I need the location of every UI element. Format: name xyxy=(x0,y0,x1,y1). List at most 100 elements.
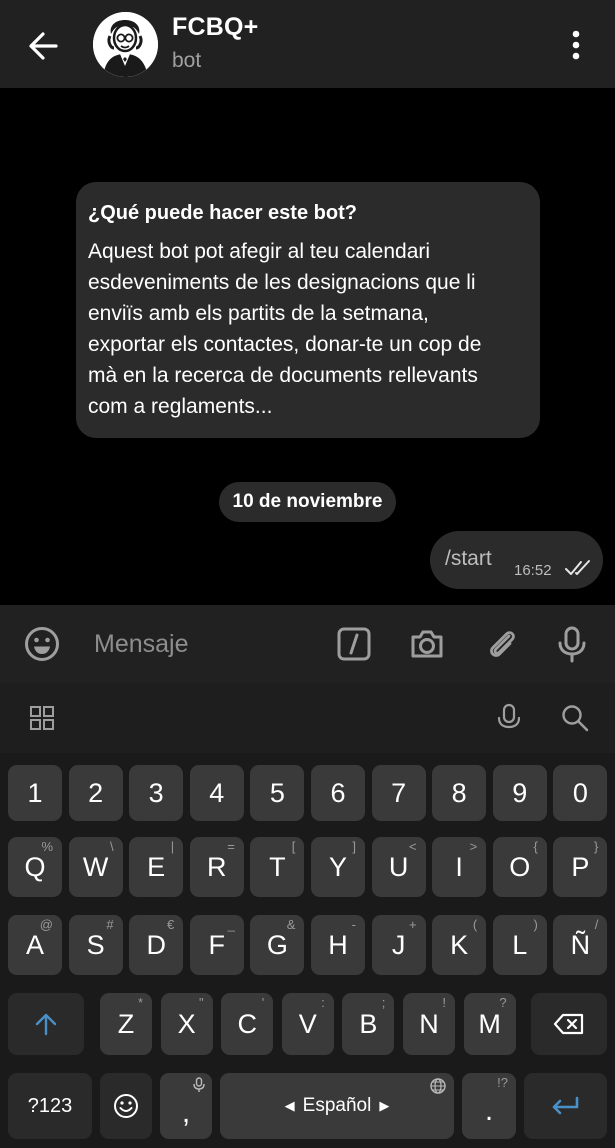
emoji-icon xyxy=(114,1094,138,1118)
key-label: J xyxy=(391,929,406,960)
key-2[interactable]: 2 xyxy=(68,765,123,821)
key-w[interactable]: \ W xyxy=(68,837,123,897)
message-composer: Mensaje xyxy=(0,605,615,683)
enter-key[interactable] xyxy=(524,1073,607,1139)
key-label: C xyxy=(237,1008,257,1039)
shift-key[interactable] xyxy=(8,993,84,1055)
back-button[interactable] xyxy=(22,24,66,68)
key-h[interactable]: -H xyxy=(311,915,365,975)
key-label: 8 xyxy=(451,777,467,808)
key-x[interactable]: " X xyxy=(160,993,213,1055)
key-label: W xyxy=(82,851,109,882)
chat-header: FCBQ+ bot xyxy=(0,0,615,88)
camera-button[interactable] xyxy=(407,624,447,664)
key-6[interactable]: 6 xyxy=(311,765,365,821)
microphone-hint-icon xyxy=(193,1077,205,1092)
key-3[interactable]: 3 xyxy=(129,765,184,821)
bot-info-line: com a reglaments... xyxy=(88,395,273,418)
symbols-key[interactable]: ?123 xyxy=(8,1073,92,1139)
bot-info-line: mà en la recerca de documents rellevants xyxy=(88,364,478,387)
key-label: D xyxy=(146,929,166,960)
key-r[interactable]: = R xyxy=(189,837,244,897)
key-s[interactable]: # S xyxy=(68,915,123,975)
period-key[interactable]: . !? xyxy=(462,1073,516,1139)
bot-info-line: exportar els contactes, donar-te un cop … xyxy=(88,333,482,356)
key-label: M xyxy=(478,1008,501,1039)
key-a[interactable]: @ A xyxy=(8,915,62,975)
emoji-key[interactable] xyxy=(100,1073,152,1139)
key-label: 2 xyxy=(88,777,104,808)
key-label: R xyxy=(207,851,227,882)
outgoing-message[interactable]: /start 16:52 xyxy=(430,531,603,589)
emoji-icon xyxy=(25,627,59,661)
avatar[interactable] xyxy=(93,12,158,77)
chat-title[interactable]: FCBQ+ xyxy=(172,13,258,42)
message-list[interactable]: ¿Qué puede hacer este bot? Aquest bot po… xyxy=(0,88,615,605)
key-label: P xyxy=(571,851,590,882)
bot-info-title: ¿Qué puede hacer este bot? xyxy=(88,202,357,224)
key-label: 4 xyxy=(209,777,225,808)
key-0[interactable]: 0 xyxy=(553,765,608,821)
grid-icon xyxy=(30,706,54,730)
key-hint: < xyxy=(409,839,417,854)
key-hint: * xyxy=(137,995,143,1010)
emoji-button[interactable] xyxy=(22,624,62,664)
bot-commands-button[interactable] xyxy=(334,624,374,664)
key-label: 0 xyxy=(572,777,588,808)
key-hint: " xyxy=(198,995,204,1010)
key-9[interactable]: 9 xyxy=(492,765,547,821)
key-c[interactable]: ' C xyxy=(221,993,274,1055)
key-hint: ? xyxy=(499,995,507,1010)
attach-button[interactable] xyxy=(482,624,522,664)
key-8[interactable]: 8 xyxy=(432,765,487,821)
key-z[interactable]: * Z xyxy=(100,993,152,1055)
key-7[interactable]: 7 xyxy=(371,765,426,821)
key-hint: [ xyxy=(291,839,296,854)
key-b[interactable]: ; B xyxy=(342,993,395,1055)
key-e[interactable]: | E xyxy=(129,837,184,897)
keyboard-voice-button[interactable] xyxy=(494,703,524,733)
key-n[interactable]: ! N xyxy=(403,993,455,1055)
microphone-icon xyxy=(558,626,586,663)
message-input[interactable]: Mensaje xyxy=(94,630,189,659)
key-f[interactable]: _ F xyxy=(189,915,244,975)
voice-message-button[interactable] xyxy=(552,624,592,664)
bot-info-line: enviïs amb els partits de la setmana, xyxy=(88,302,429,325)
keyboard-menu-button[interactable] xyxy=(28,703,58,733)
key-m[interactable]: ? M xyxy=(463,993,516,1055)
key-hint: - xyxy=(351,917,356,932)
key-t[interactable]: [T xyxy=(250,837,305,897)
date-separator: 10 de noviembre xyxy=(219,482,396,522)
key-y[interactable]: ] Y xyxy=(311,837,365,897)
key-o[interactable]: {O xyxy=(492,837,547,897)
key-d[interactable]: € D xyxy=(129,915,184,975)
key-g[interactable]: & G xyxy=(250,915,305,975)
key-label: N xyxy=(419,1008,439,1039)
key-v[interactable]: :V xyxy=(281,993,334,1055)
key-u[interactable]: < U xyxy=(371,837,426,897)
soft-keyboard: 1234567890 % Q \ W | E = R[T] Y < U > I{O} P @ A # S € D _ F… xyxy=(0,753,615,1148)
key-ñ[interactable]: / Ñ xyxy=(553,915,608,975)
backspace-key[interactable] xyxy=(531,993,607,1055)
space-key[interactable]: ◀ Español ▶ xyxy=(220,1073,454,1139)
key-q[interactable]: % Q xyxy=(8,837,62,897)
comma-key[interactable]: , xyxy=(160,1073,212,1139)
key-hint: } xyxy=(594,839,599,854)
key-i[interactable]: > I xyxy=(432,837,487,897)
key-l[interactable]: ) L xyxy=(492,915,547,975)
period-label: . xyxy=(484,1094,494,1127)
keyboard-toolbar xyxy=(0,683,615,753)
key-k[interactable]: (K xyxy=(432,915,487,975)
key-1[interactable]: 1 xyxy=(8,765,62,821)
key-4[interactable]: 4 xyxy=(189,765,244,821)
more-options-button[interactable] xyxy=(560,26,592,64)
key-5[interactable]: 5 xyxy=(250,765,305,821)
key-label: Ñ xyxy=(570,929,591,960)
key-j[interactable]: + J xyxy=(371,915,426,975)
key-p[interactable]: } P xyxy=(553,837,608,897)
keyboard-search-button[interactable] xyxy=(560,703,590,733)
period-hint: !? xyxy=(497,1075,508,1090)
key-hint: / xyxy=(594,917,599,932)
key-hint: : xyxy=(321,995,325,1010)
microphone-icon xyxy=(497,703,521,729)
